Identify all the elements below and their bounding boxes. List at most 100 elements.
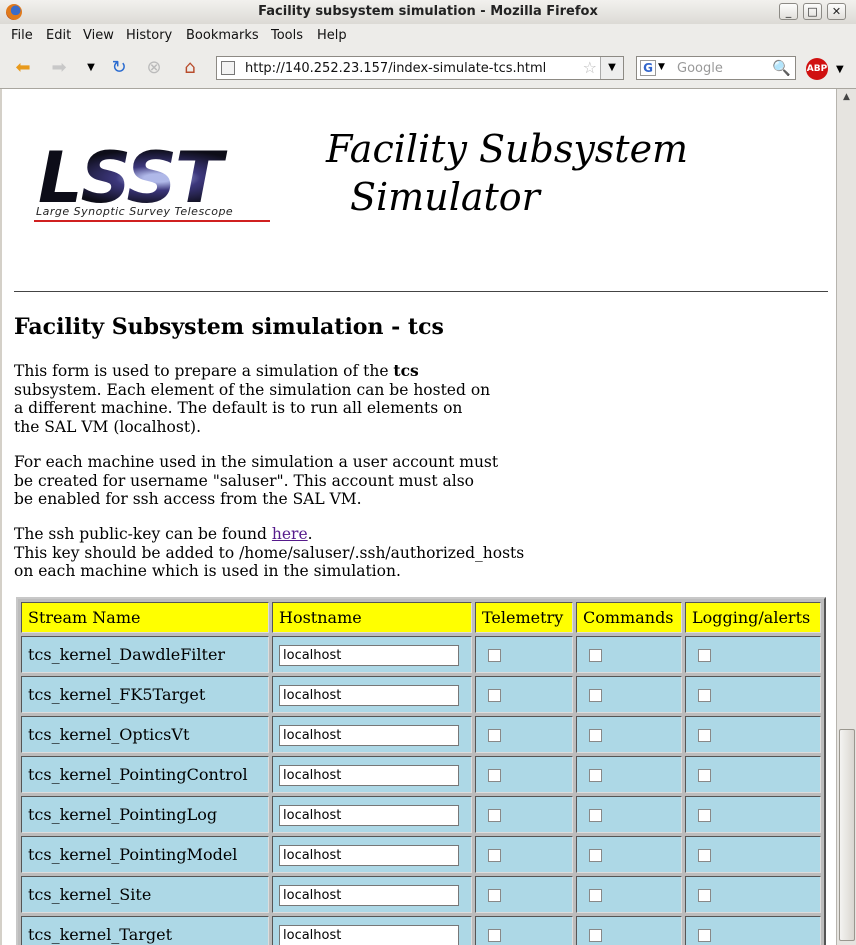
stream-name: tcs_kernel_OpticsVt xyxy=(28,725,190,744)
logging-cell xyxy=(685,676,821,713)
page-title: Facility Subsystem simulation - tcs xyxy=(14,314,444,340)
intro-text: a different machine. The default is to r… xyxy=(14,399,463,417)
hostname-input[interactable] xyxy=(279,884,459,906)
hostname-input[interactable] xyxy=(279,684,459,706)
hostname-input[interactable] xyxy=(279,924,459,945)
table-row: tcs_kernel_PointingControl xyxy=(21,756,821,793)
commands-checkbox[interactable] xyxy=(589,929,602,942)
sshkey-text: on each machine which is used in the sim… xyxy=(14,562,401,580)
commands-checkbox[interactable] xyxy=(589,729,602,742)
reload-icon[interactable]: ↻ xyxy=(108,58,130,78)
stream-name-cell: tcs_kernel_DawdleFilter xyxy=(21,636,269,673)
menu-edit[interactable]: Edit xyxy=(46,28,71,43)
telemetry-checkbox[interactable] xyxy=(488,929,501,942)
logging-checkbox[interactable] xyxy=(698,929,711,942)
logging-checkbox[interactable] xyxy=(698,649,711,662)
table-row: tcs_kernel_PointingModel xyxy=(21,836,821,873)
url-text[interactable]: http://140.252.23.157/index-simulate-tcs… xyxy=(245,61,546,76)
menu-view[interactable]: View xyxy=(83,28,114,43)
table-header-row: Stream Name Hostname Telemetry Commands … xyxy=(21,602,821,633)
telemetry-cell xyxy=(475,876,573,913)
menu-bookmarks[interactable]: Bookmarks xyxy=(186,28,259,43)
search-icon[interactable]: 🔍 xyxy=(772,59,791,77)
logging-checkbox[interactable] xyxy=(698,689,711,702)
table-row: tcs_kernel_DawdleFilter xyxy=(21,636,821,673)
scroll-up-icon[interactable]: ▲ xyxy=(838,89,855,106)
commands-checkbox[interactable] xyxy=(589,849,602,862)
commands-checkbox[interactable] xyxy=(589,769,602,782)
telemetry-cell xyxy=(475,676,573,713)
adblock-dropdown-icon[interactable]: ▼ xyxy=(836,64,844,75)
commands-cell xyxy=(576,796,682,833)
vertical-scrollbar[interactable]: ▲ xyxy=(836,89,856,945)
commands-checkbox[interactable] xyxy=(589,649,602,662)
hostname-cell xyxy=(272,676,472,713)
hostname-cell xyxy=(272,916,472,945)
stream-name: tcs_kernel_Site xyxy=(28,885,152,904)
intro-paragraph: This form is used to prepare a simulatio… xyxy=(14,361,490,436)
telemetry-checkbox[interactable] xyxy=(488,769,501,782)
stop-icon[interactable]: ⊗ xyxy=(143,58,165,78)
close-button[interactable]: ✕ xyxy=(827,3,846,20)
logging-checkbox[interactable] xyxy=(698,769,711,782)
simulator-title: Facility Subsystem Simulator xyxy=(326,125,688,221)
hostname-input[interactable] xyxy=(279,804,459,826)
commands-checkbox[interactable] xyxy=(589,689,602,702)
commands-cell xyxy=(576,836,682,873)
commands-checkbox[interactable] xyxy=(589,889,602,902)
stream-name: tcs_kernel_PointingControl xyxy=(28,765,248,784)
hostname-cell xyxy=(272,796,472,833)
table-body: tcs_kernel_DawdleFilter tcs_kernel_FK5Tar… xyxy=(21,636,821,945)
hostname-input[interactable] xyxy=(279,844,459,866)
stream-name-cell: tcs_kernel_FK5Target xyxy=(21,676,269,713)
telemetry-checkbox[interactable] xyxy=(488,689,501,702)
url-dropdown-icon[interactable]: ▼ xyxy=(600,57,623,79)
telemetry-checkbox[interactable] xyxy=(488,649,501,662)
menu-history[interactable]: History xyxy=(126,28,172,43)
telemetry-checkbox[interactable] xyxy=(488,889,501,902)
intro-text: the SAL VM (localhost). xyxy=(14,417,202,436)
search-input[interactable]: Google xyxy=(677,61,723,76)
page-icon xyxy=(221,61,235,75)
maximize-button[interactable]: □ xyxy=(803,3,822,20)
hostname-input[interactable] xyxy=(279,724,459,746)
minimize-button[interactable]: _ xyxy=(779,3,798,20)
search-engine-dropdown-icon[interactable]: ▼ xyxy=(658,62,665,72)
simulator-title-line2: Simulator xyxy=(350,175,540,219)
telemetry-checkbox[interactable] xyxy=(488,809,501,822)
scrollbar-thumb[interactable] xyxy=(839,729,855,941)
logging-checkbox[interactable] xyxy=(698,809,711,822)
history-dropdown-icon[interactable]: ▼ xyxy=(80,58,102,78)
sshkey-link[interactable]: here xyxy=(272,525,308,543)
search-bar[interactable]: G ▼ Google 🔍 xyxy=(636,56,796,80)
bookmark-star-icon[interactable]: ☆ xyxy=(583,58,597,77)
intro-text: This form is used to prepare a simulatio… xyxy=(14,362,394,380)
forward-arrow-icon[interactable]: ➡ xyxy=(48,58,70,78)
column-header-telemetry: Telemetry xyxy=(475,602,573,633)
sshkey-text: The ssh public-key can be found xyxy=(14,525,272,543)
sshkey-text: This key should be added to /home/saluse… xyxy=(14,543,525,562)
menu-file[interactable]: File xyxy=(11,28,33,43)
commands-checkbox[interactable] xyxy=(589,809,602,822)
menu-help[interactable]: Help xyxy=(317,28,347,43)
stream-name: tcs_kernel_PointingLog xyxy=(28,805,218,824)
account-text: For each machine used in the simulation … xyxy=(14,453,499,471)
address-bar[interactable]: http://140.252.23.157/index-simulate-tcs… xyxy=(216,56,624,80)
telemetry-checkbox[interactable] xyxy=(488,729,501,742)
stream-name-cell: tcs_kernel_OpticsVt xyxy=(21,716,269,753)
stream-name: tcs_kernel_DawdleFilter xyxy=(28,645,226,664)
telemetry-checkbox[interactable] xyxy=(488,849,501,862)
hostname-cell xyxy=(272,756,472,793)
home-icon[interactable]: ⌂ xyxy=(179,58,201,78)
hostname-input[interactable] xyxy=(279,644,459,666)
logging-checkbox[interactable] xyxy=(698,849,711,862)
google-icon[interactable]: G xyxy=(640,60,656,76)
logging-checkbox[interactable] xyxy=(698,729,711,742)
adblock-icon[interactable]: ABP xyxy=(806,58,828,80)
back-arrow-icon[interactable]: ⬅ xyxy=(12,58,34,78)
logging-checkbox[interactable] xyxy=(698,889,711,902)
logging-cell xyxy=(685,836,821,873)
logo-underline xyxy=(34,220,270,222)
hostname-input[interactable] xyxy=(279,764,459,786)
menu-tools[interactable]: Tools xyxy=(271,28,303,43)
